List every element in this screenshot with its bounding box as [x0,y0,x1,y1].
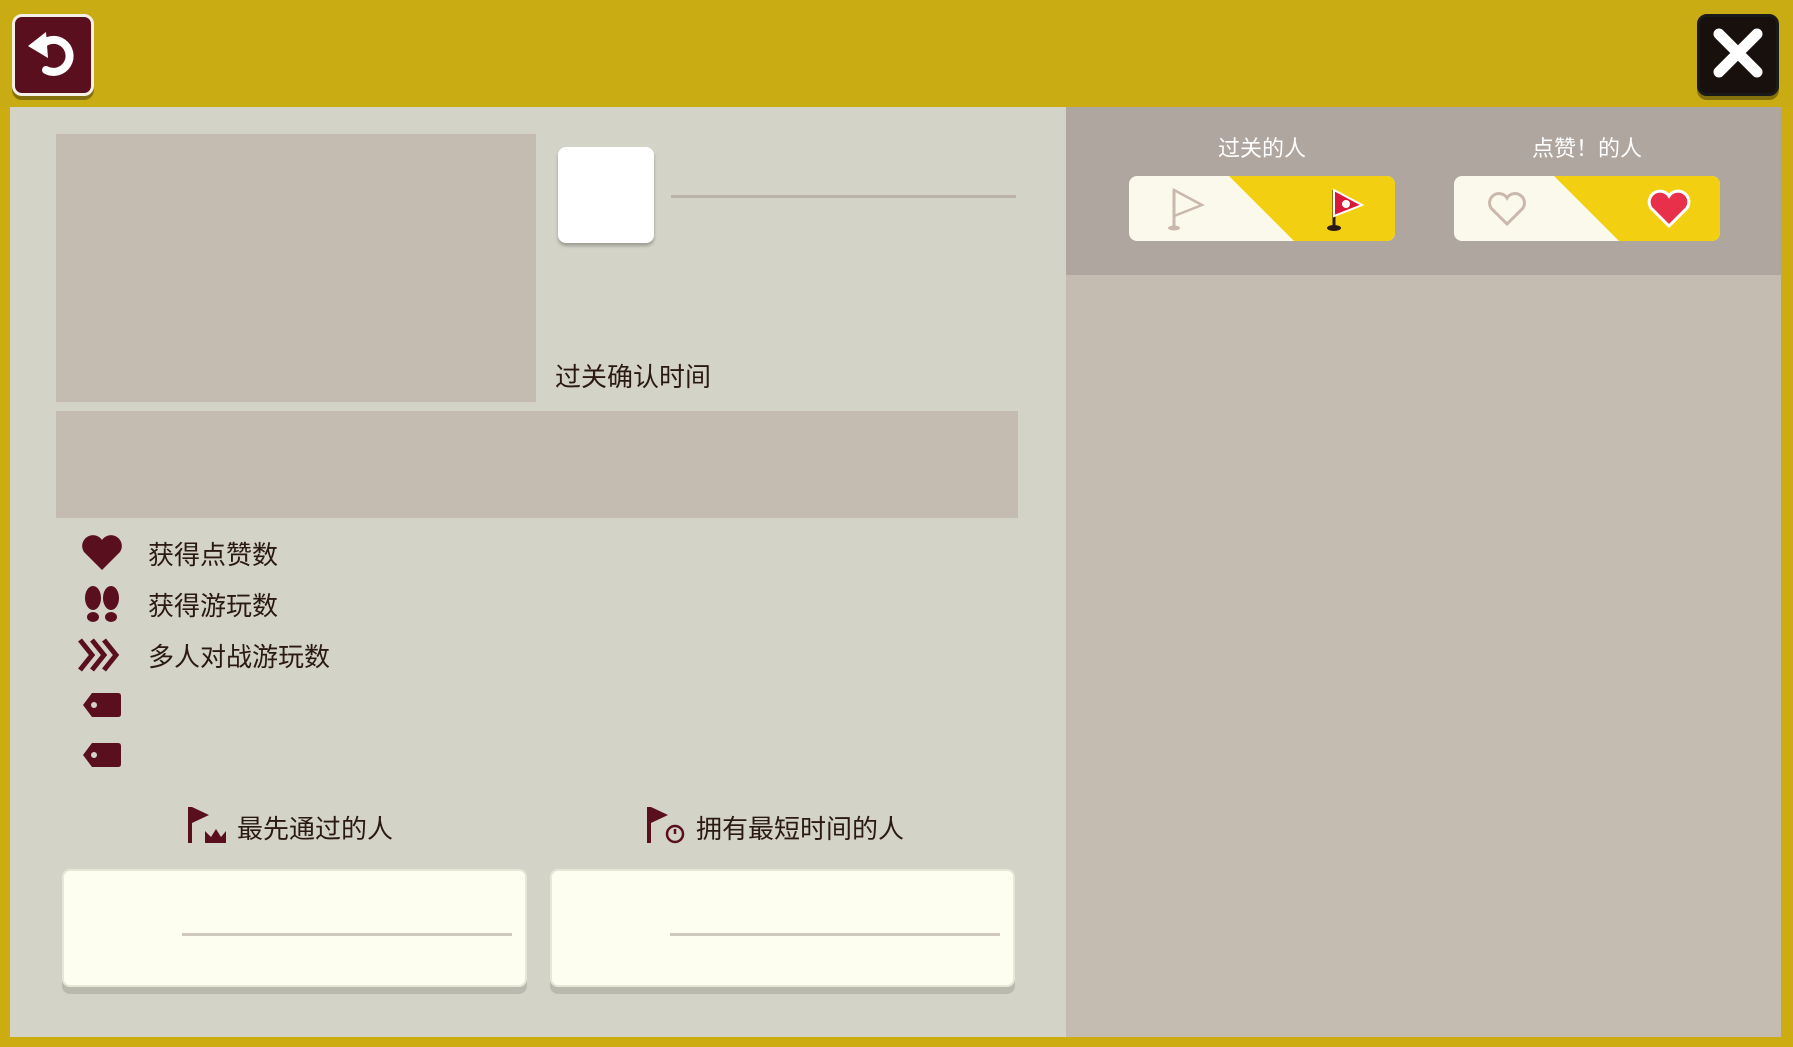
chevrons-icon [78,633,126,677]
world-record-name-line [670,933,1000,936]
tag-icon [78,733,126,777]
first-clear-header: 最先通过的人 [185,805,393,849]
plays-label: 获得游玩数 [148,591,279,622]
clear-check-time-label: 过关确认时间 [555,363,712,393]
level-description-box [56,411,1018,518]
first-clear-card[interactable] [62,869,527,987]
tag-row-2 [78,733,148,777]
close-button[interactable] [1697,14,1779,96]
flag-red-icon [1321,184,1371,234]
versus-plays-label: 多人对战游玩数 [148,642,331,673]
versus-plays-stat: 多人对战游玩数 [78,633,330,677]
first-clear-label: 最先通过的人 [237,814,394,845]
level-details-panel: 过关确认时间 获得点赞数 获得游玩数 多人对战游玩数 最先通过的人 拥有最短时间… [10,107,1066,1037]
creator-avatar[interactable] [558,147,654,243]
level-thumbnail [56,134,536,402]
tag-row-1 [78,683,148,727]
cleared-by-toggle[interactable] [1129,176,1395,241]
players-filter-header: 过关的人 点赞！的人 [1066,107,1781,275]
top-bar [0,0,1793,107]
world-record-label: 拥有最短时间的人 [696,814,905,845]
flag-crown-icon [185,805,227,849]
creator-name-line [671,195,1016,198]
players-panel: 过关的人 点赞！的人 [1066,107,1781,1037]
back-button[interactable] [12,14,94,96]
liked-by-toggle[interactable] [1454,176,1720,241]
cleared-by-label: 过关的人 [1217,137,1306,162]
app-frame: 过关确认时间 获得点赞数 获得游玩数 多人对战游玩数 最先通过的人 拥有最短时间… [0,0,1793,1047]
plays-stat: 获得游玩数 [78,582,278,626]
heart-red-icon [1644,184,1694,234]
likes-stat: 获得点赞数 [78,531,278,575]
heart-outline-icon [1482,184,1532,234]
footprints-icon [78,582,126,626]
world-record-header: 拥有最短时间的人 [644,805,904,849]
flag-timer-icon [644,805,686,849]
tag-icon [78,683,126,727]
undo-arrow-icon [24,24,82,86]
world-record-card[interactable] [550,869,1015,987]
flag-outline-icon [1161,184,1211,234]
close-x-icon [1711,26,1765,84]
likes-label: 获得点赞数 [148,540,279,571]
liked-by-label: 点赞！的人 [1531,137,1642,162]
heart-icon [78,531,126,575]
first-clear-name-line [182,933,512,936]
